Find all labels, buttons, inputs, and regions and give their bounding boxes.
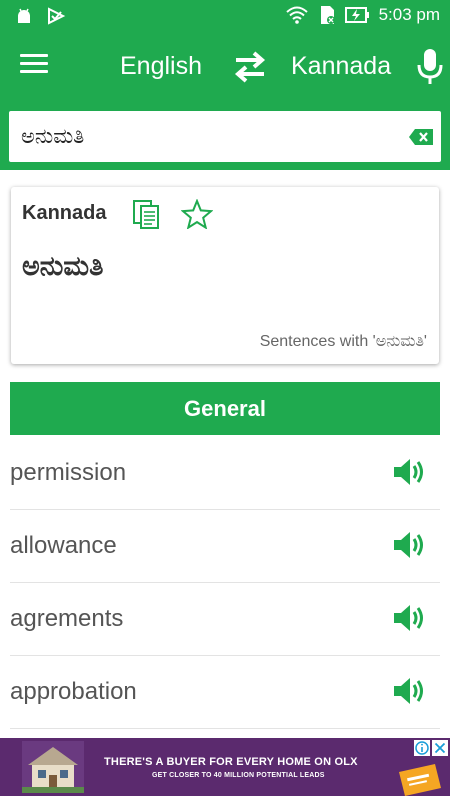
ad-close-icon[interactable]	[432, 740, 448, 756]
word-text: permission	[10, 459, 127, 486]
star-icon[interactable]	[181, 199, 213, 229]
search-area	[0, 102, 450, 170]
ad-info-icon[interactable]	[414, 740, 430, 756]
ad-banner[interactable]: THERE'S A BUYER FOR EVERY HOME ON OLX GE…	[0, 738, 450, 796]
list-item[interactable]: permission	[10, 437, 440, 510]
battery-charging-icon	[344, 7, 369, 23]
olx-tag-icon	[399, 764, 441, 796]
mic-icon[interactable]	[416, 48, 444, 86]
status-bar: 5:03 pm	[0, 0, 450, 32]
speaker-icon[interactable]	[392, 530, 426, 560]
search-input[interactable]	[21, 121, 391, 151]
check-notification-icon	[48, 7, 66, 25]
copy-icon[interactable]	[132, 199, 160, 229]
menu-icon[interactable]	[20, 54, 48, 78]
list-item[interactable]: allowance	[10, 510, 440, 583]
wifi-icon	[285, 6, 308, 24]
speaker-icon[interactable]	[392, 676, 426, 706]
result-card: Kannada ಅನುಮತಿ Sentences with 'ಅನುಮತಿ'	[11, 187, 439, 364]
app-bar: English Kannada	[0, 32, 450, 102]
house-image	[22, 741, 84, 793]
word-text: allowance	[10, 532, 117, 559]
swap-icon[interactable]	[232, 49, 268, 85]
word-text: approbation	[10, 678, 137, 705]
backspace-clear-icon[interactable]	[408, 128, 434, 146]
list-item[interactable]: approbation	[10, 656, 440, 729]
sim-icon	[320, 6, 335, 24]
word-list: permission allowance agrements approbati…	[10, 437, 440, 729]
sentences-link[interactable]: Sentences with 'ಅನುಮತಿ'	[260, 333, 427, 351]
android-icon	[18, 8, 30, 23]
speaker-icon[interactable]	[392, 457, 426, 487]
ad-headline: THERE'S A BUYER FOR EVERY HOME ON OLX	[104, 756, 358, 768]
search-box	[9, 111, 441, 162]
word-text: agrements	[10, 605, 124, 632]
status-time: 5:03 pm	[378, 5, 440, 24]
ad-subline: GET CLOSER TO 40 MILLION POTENTIAL LEADS	[152, 772, 325, 779]
result-word: ಅನುಮತಿ	[22, 251, 104, 282]
list-item[interactable]: agrements	[10, 583, 440, 656]
result-language: Kannada	[22, 202, 107, 224]
section-header-general: General	[10, 382, 440, 435]
speaker-icon[interactable]	[392, 603, 426, 633]
source-language-button[interactable]: English	[120, 52, 202, 81]
target-language-button[interactable]: Kannada	[291, 52, 391, 81]
